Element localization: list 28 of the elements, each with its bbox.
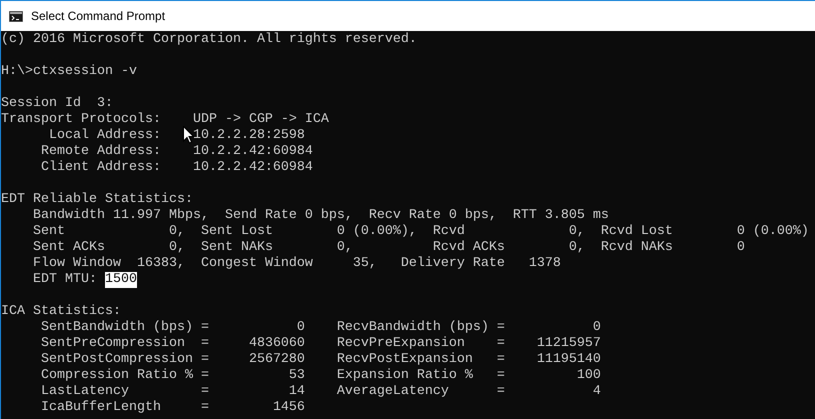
console-line: Bandwidth 11.997 Mbps, Send Rate 0 bps, Recv Rate 0 bps, RTT 3.805 ms — [32, 208, 609, 224]
console-line: Sent ACKs 0, Sent NAKs 0, Rcvd ACKs 0, Rcvd NAKs 0 — [32, 240, 745, 256]
mouse-pointer-icon — [183, 126, 194, 144]
console-line: Local Address: — [48, 128, 161, 144]
console-line: 10.2.2.28:2598 — [192, 128, 305, 144]
console-line: ICA Statistics: — [1, 304, 121, 320]
console-line: LastLatency = 14 AverageLatency = 4 — [40, 384, 601, 400]
console-line: IcaBufferLength = 1456 — [40, 400, 305, 416]
console-line: Sent 0, Sent Lost 0 (0.00%), Rcvd 0, Rcvd Lost 0 (0.00%) — [32, 224, 809, 240]
console-line: H:\>ctxsession -v — [1, 64, 137, 80]
console-line: UDP -> CGP -> ICA — [192, 112, 329, 128]
console-line: Flow Window 16383, Congest Window 35, Delivery Rate 1378 — [32, 256, 561, 272]
console-line: 10.2.2.42:60984 — [192, 160, 313, 176]
console-line: SentPostCompression = 2567280 RecvPostExpansion = 11195140 — [40, 352, 601, 368]
console-line: (c) 2016 Microsoft Corporation. All rights reserved. — [1, 32, 417, 48]
console-line: Session Id 3: — [1, 96, 113, 112]
console-line: Transport Protocols: — [1, 112, 161, 128]
window-title: Select Command Prompt — [31, 9, 166, 23]
terminal-icon — [9, 10, 23, 22]
console-line: Client Address: — [40, 160, 161, 176]
console-line: Remote Address: — [40, 144, 161, 160]
console-line: Compression Ratio % = 53 Expansion Ratio % = 100 — [40, 368, 601, 384]
console-line: SentBandwidth (bps) = 0 RecvBandwidth (bps) = 0 — [40, 320, 601, 336]
console-line: EDT Reliable Statistics: — [1, 192, 193, 208]
console-line: EDT MTU: — [32, 272, 98, 288]
selected-text: 1500 — [104, 272, 137, 288]
console-line: SentPreCompression = 4836060 RecvPreExpansion = 11215957 — [40, 336, 601, 352]
console-line: 10.2.2.42:60984 — [192, 144, 313, 160]
